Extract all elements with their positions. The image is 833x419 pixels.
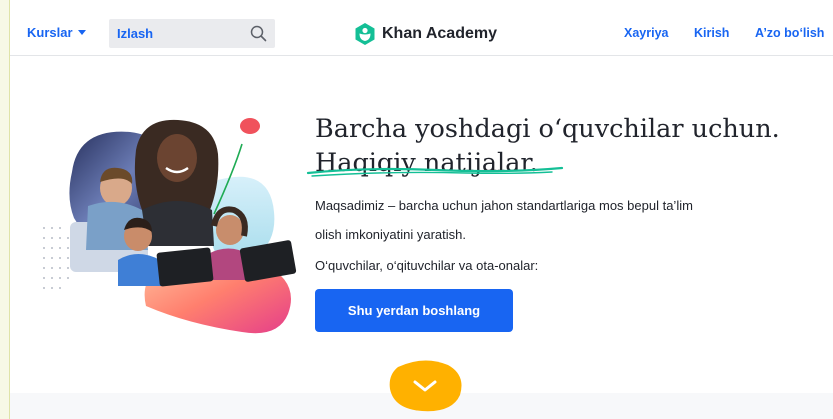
headline-line-1: Barcha yoshdagi o‘quvchilar uchun.: [315, 114, 780, 144]
red-blob: [240, 118, 260, 134]
khan-academy-logo-icon: [355, 23, 375, 45]
dot-pattern-decoration: [43, 227, 69, 289]
student-photo-right: [216, 215, 244, 245]
scroll-down-badge: [389, 360, 462, 412]
courses-label: Kurslar: [27, 25, 73, 40]
login-link[interactable]: Kirish: [694, 26, 729, 40]
donate-link[interactable]: Xayriya: [624, 26, 668, 40]
mission-line-1: Maqsadimiz – barcha uchun jahon standart…: [315, 198, 693, 213]
search-icon[interactable]: [250, 25, 267, 42]
left-edge-strip: [0, 0, 10, 419]
search-input[interactable]: Izlash: [109, 19, 275, 48]
mission-statement: Maqsadimiz – barcha uchun jahon standart…: [315, 191, 785, 249]
mission-line-2: olish imkoniyatini yaratish.: [315, 227, 467, 242]
top-navigation-bar: Kurslar Izlash Khan Academy Xayriya Kiri…: [10, 0, 833, 56]
tablet-device: [156, 247, 214, 287]
signup-link[interactable]: A’zo bo‘lish: [755, 26, 824, 40]
get-started-button[interactable]: Shu yerdan boshlang: [315, 289, 513, 332]
brand-name: Khan Academy: [382, 25, 497, 42]
brand-logo-link[interactable]: Khan Academy: [354, 22, 497, 46]
chevron-down-icon: [77, 30, 86, 35]
audience-label: O‘quvchilar, o‘qituvchilar va ota-onalar…: [315, 258, 539, 273]
headline-underline-decoration: [306, 166, 564, 177]
hero-illustration: [43, 118, 297, 334]
scroll-down-button[interactable]: [386, 357, 464, 413]
search-placeholder: Izlash: [117, 26, 154, 41]
courses-menu-button[interactable]: Kurslar: [27, 25, 86, 40]
